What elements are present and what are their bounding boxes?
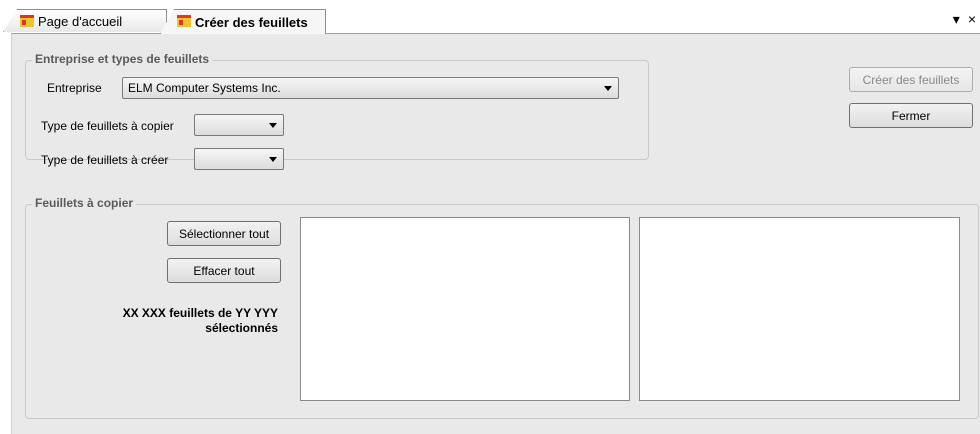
selection-count-line1: XX XXX feuillets de YY YYY xyxy=(122,306,278,320)
close-icon[interactable]: × xyxy=(968,11,976,27)
document-tabstrip: Page d'accueil Créer des feuillets ▾ × xyxy=(0,0,980,35)
company-select-value: ELM Computer Systems Inc. xyxy=(128,81,281,95)
copy-type-label: Type de feuillets à copier xyxy=(41,119,174,133)
create-sheets-button[interactable]: Créer des feuillets xyxy=(849,67,973,92)
company-and-sheet-types-group: Entreprise et types de feuillets xyxy=(25,52,649,160)
chevron-down-icon xyxy=(269,123,277,128)
main-panel: Entreprise et types de feuillets Entrepr… xyxy=(11,33,980,434)
dropdown-arrow-icon[interactable]: ▾ xyxy=(953,11,960,27)
create-type-label: Type de feuillets à créer xyxy=(41,153,169,167)
sheets-group-legend: Feuillets à copier xyxy=(32,196,137,210)
select-all-button[interactable]: Sélectionner tout xyxy=(167,221,281,246)
company-label: Entreprise xyxy=(47,81,102,95)
tab-home[interactable]: Page d'accueil xyxy=(3,9,167,32)
selection-count-line2: sélectionnés xyxy=(205,321,278,335)
close-button[interactable]: Fermer xyxy=(849,103,973,128)
selected-sheets-list[interactable] xyxy=(639,217,960,401)
app-window-icon xyxy=(177,15,191,27)
tab-create-sheets-label: Créer des feuillets xyxy=(195,14,308,30)
company-group-legend: Entreprise et types de feuillets xyxy=(32,52,213,66)
app-window-icon xyxy=(20,15,34,27)
selection-count-text: XX XXX feuillets de YY YYY sélectionnés xyxy=(52,306,278,336)
window-controls: ▾ × xyxy=(945,11,976,28)
create-type-select[interactable] xyxy=(194,148,284,170)
copy-type-select[interactable] xyxy=(194,114,284,136)
company-select[interactable]: ELM Computer Systems Inc. xyxy=(122,77,619,99)
available-sheets-list[interactable] xyxy=(300,217,630,401)
tab-home-label: Page d'accueil xyxy=(38,13,123,29)
chevron-down-icon xyxy=(269,157,277,162)
clear-all-button[interactable]: Effacer tout xyxy=(167,258,281,283)
tab-create-sheets[interactable]: Créer des feuillets xyxy=(160,9,326,34)
chevron-down-icon xyxy=(604,86,612,91)
